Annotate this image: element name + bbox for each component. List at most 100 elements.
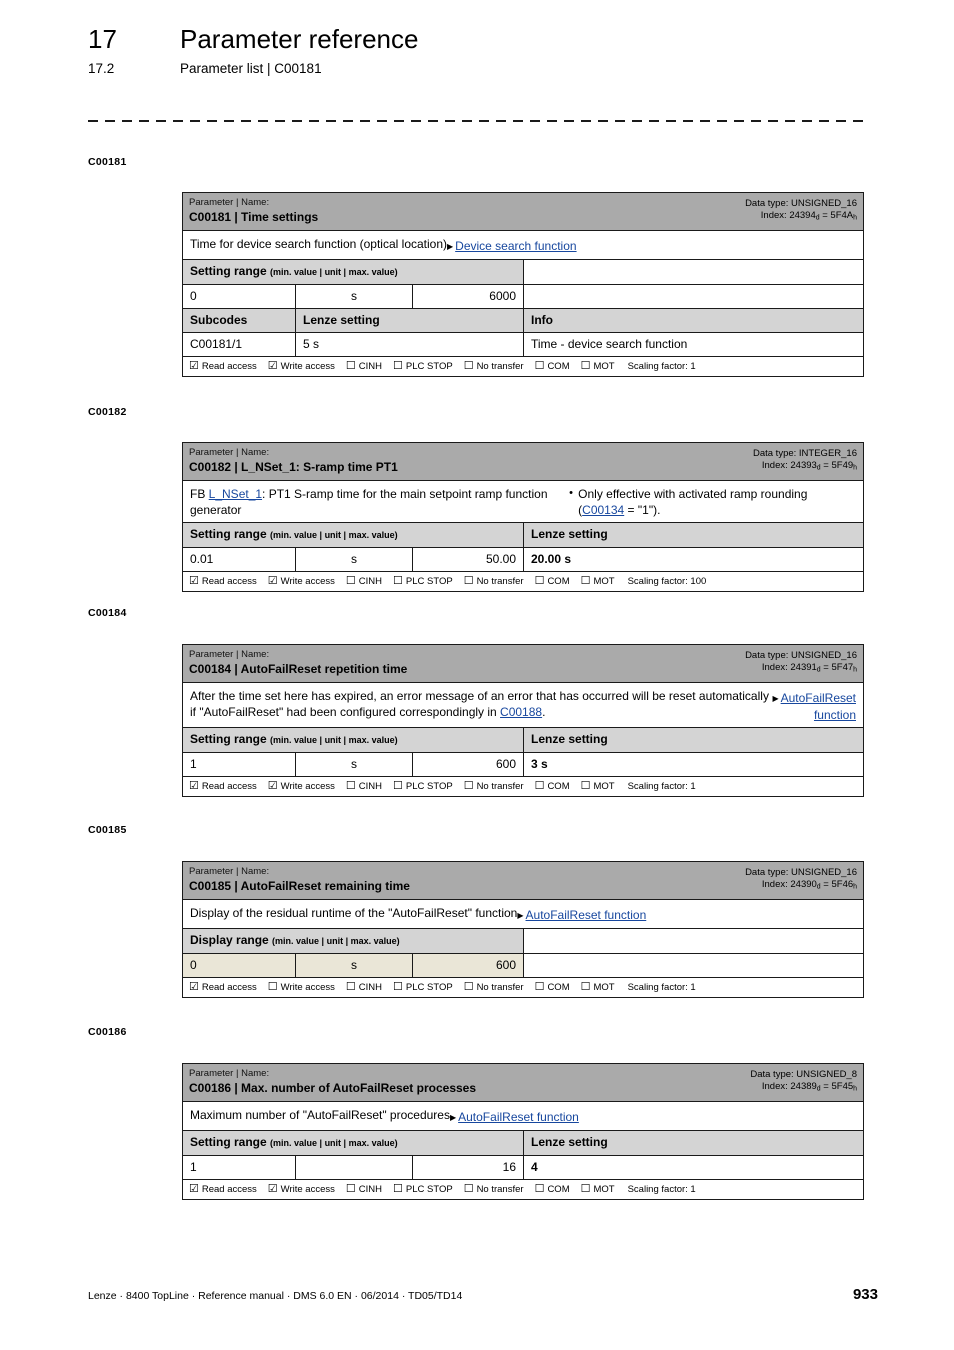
reference-link-C00185[interactable]: AutoFailReset function xyxy=(526,908,647,922)
parameter-table-C00186: Parameter | Name: C00186 | Max. number of… xyxy=(182,1063,864,1200)
flag-write-access[interactable]: ☑ Write access xyxy=(268,780,335,793)
checkbox-plc-stop-icon[interactable]: ☐ xyxy=(393,981,403,993)
checkbox-mot-icon[interactable]: ☐ xyxy=(581,360,591,372)
checkbox-read-access-icon[interactable]: ☑ xyxy=(189,1183,199,1195)
range-header-row: Setting range (min. value | unit | max. … xyxy=(183,727,863,753)
description-bullet-link-C00182[interactable]: C00134 xyxy=(582,503,624,517)
access-flags-row: ☑ Read access ☐ Write access ☐ CINH ☐ PLC STOP ☐… xyxy=(183,977,863,997)
description-link-C00184[interactable]: C00188 xyxy=(500,705,542,719)
checkbox-no-transfer-icon[interactable]: ☐ xyxy=(464,1183,474,1195)
checkbox-cinh-icon[interactable]: ☐ xyxy=(346,576,356,587)
reference-arrow-icon: ▶ xyxy=(449,1112,457,1122)
checkbox-cinh-icon[interactable]: ☐ xyxy=(346,981,356,993)
reference-link-C00181[interactable]: Device search function xyxy=(455,239,576,253)
flag-no-transfer[interactable]: ☐ No transfer xyxy=(464,575,524,588)
checkbox-no-transfer-icon[interactable]: ☐ xyxy=(464,360,474,372)
checkbox-write-access-icon[interactable]: ☑ xyxy=(268,780,278,792)
description-link-C00182[interactable]: L_NSet_1 xyxy=(209,487,262,501)
page-header: 17 Parameter reference 17.2 Parameter li… xyxy=(88,24,878,76)
flag-no-transfer[interactable]: ☐ No transfer xyxy=(464,780,524,793)
parameter-title: C00186 | Max. number of AutoFailReset pr… xyxy=(189,1081,477,1095)
flag-cinh[interactable]: ☐ CINH xyxy=(346,575,382,588)
flag-cinh[interactable]: ☐ CINH xyxy=(346,981,382,994)
subcode-id: C00181/1 xyxy=(183,332,296,356)
checkbox-write-access-icon[interactable]: ☐ xyxy=(268,981,278,993)
flag-no-transfer[interactable]: ☐ No transfer xyxy=(464,1183,524,1196)
checkbox-mot-icon[interactable]: ☐ xyxy=(581,1183,591,1195)
checkbox-write-access-icon[interactable]: ☑ xyxy=(268,576,278,587)
flag-com[interactable]: ☐ COM xyxy=(535,1183,570,1196)
flag-plc-stop-label: PLC STOP xyxy=(405,360,453,372)
checkbox-read-access-icon[interactable]: ☑ xyxy=(189,576,199,587)
checkbox-no-transfer-icon[interactable]: ☐ xyxy=(464,981,474,993)
checkbox-com-icon[interactable]: ☐ xyxy=(535,360,545,372)
checkbox-plc-stop-icon[interactable]: ☐ xyxy=(393,360,403,372)
range-hint: (min. value | unit | max. value) xyxy=(270,266,398,277)
flag-read-access[interactable]: ☑ Read access xyxy=(189,360,257,373)
flag-mot-label: MOT xyxy=(593,780,615,792)
checkbox-com-icon[interactable]: ☐ xyxy=(535,1183,545,1195)
flag-write-access[interactable]: ☐ Write access xyxy=(268,981,335,994)
flag-no-transfer[interactable]: ☐ No transfer xyxy=(464,981,524,994)
checkbox-no-transfer-icon[interactable]: ☐ xyxy=(464,780,474,792)
flag-no-transfer[interactable]: ☐ No transfer xyxy=(464,360,524,373)
checkbox-cinh-icon[interactable]: ☐ xyxy=(346,780,356,792)
flag-plc-stop[interactable]: ☐ PLC STOP xyxy=(393,1183,453,1196)
checkbox-no-transfer-icon[interactable]: ☐ xyxy=(464,576,474,587)
checkbox-com-icon[interactable]: ☐ xyxy=(535,981,545,993)
flag-mot[interactable]: ☐ MOT xyxy=(581,1183,615,1196)
flag-cinh[interactable]: ☐ CINH xyxy=(346,360,382,373)
flag-cinh[interactable]: ☐ CINH xyxy=(346,780,382,793)
parameter-title: C00184 | AutoFailReset repetition time xyxy=(189,662,408,676)
flag-read-access[interactable]: ☑ Read access xyxy=(189,1183,257,1196)
checkbox-read-access-icon[interactable]: ☑ xyxy=(189,780,199,792)
margin-label-C00185: C00185 xyxy=(88,824,127,836)
flag-write-access-label: Write access xyxy=(280,981,335,993)
flag-plc-stop[interactable]: ☐ PLC STOP xyxy=(393,360,453,373)
reference-link-C00184[interactable]: AutoFailReset function xyxy=(781,691,856,722)
checkbox-plc-stop-icon[interactable]: ☐ xyxy=(393,576,403,587)
range-hint: (min. value | unit | max. value) xyxy=(270,1137,398,1148)
checkbox-mot-icon[interactable]: ☐ xyxy=(581,780,591,792)
flag-plc-stop[interactable]: ☐ PLC STOP xyxy=(393,575,453,588)
checkbox-com-icon[interactable]: ☐ xyxy=(535,780,545,792)
margin-label-C00184: C00184 xyxy=(88,607,127,619)
checkbox-mot-icon[interactable]: ☐ xyxy=(581,981,591,993)
checkbox-cinh-icon[interactable]: ☐ xyxy=(346,360,356,372)
flag-com[interactable]: ☐ COM xyxy=(535,360,570,373)
flag-com[interactable]: ☐ COM xyxy=(535,575,570,588)
flag-write-access[interactable]: ☑ Write access xyxy=(268,1183,335,1196)
checkbox-write-access-icon[interactable]: ☑ xyxy=(268,1183,278,1195)
checkbox-plc-stop-icon[interactable]: ☐ xyxy=(393,1183,403,1195)
flag-mot[interactable]: ☐ MOT xyxy=(581,575,615,588)
flag-no-transfer-label: No transfer xyxy=(476,360,524,372)
parameter-title: C00185 | AutoFailReset remaining time xyxy=(189,879,410,893)
flag-mot[interactable]: ☐ MOT xyxy=(581,981,615,994)
flag-read-access[interactable]: ☑ Read access xyxy=(189,780,257,793)
checkbox-cinh-icon[interactable]: ☐ xyxy=(346,1183,356,1195)
reference-link-C00186[interactable]: AutoFailReset function xyxy=(458,1110,579,1124)
flag-com[interactable]: ☐ COM xyxy=(535,780,570,793)
flag-mot[interactable]: ☐ MOT xyxy=(581,360,615,373)
checkbox-read-access-icon[interactable]: ☑ xyxy=(189,981,199,993)
checkbox-com-icon[interactable]: ☐ xyxy=(535,576,545,587)
flag-read-access[interactable]: ☑ Read access xyxy=(189,981,257,994)
access-flags-row: ☑ Read access ☑ Write access ☐ CINH ☐ PLC STOP ☐… xyxy=(183,572,863,591)
checkbox-mot-icon[interactable]: ☐ xyxy=(581,576,591,587)
checkbox-plc-stop-icon[interactable]: ☐ xyxy=(393,780,403,792)
parameter-title-bar: Parameter | Name: C00184 | AutoFailReset … xyxy=(183,645,863,683)
range-max-value: 6000 xyxy=(413,284,524,308)
flag-com[interactable]: ☐ COM xyxy=(535,981,570,994)
flag-plc-stop[interactable]: ☐ PLC STOP xyxy=(393,780,453,793)
checkbox-read-access-icon[interactable]: ☑ xyxy=(189,360,199,372)
flag-cinh-label: CINH xyxy=(358,981,382,993)
flag-plc-stop[interactable]: ☐ PLC STOP xyxy=(393,981,453,994)
flag-write-access[interactable]: ☑ Write access xyxy=(268,360,335,373)
flag-write-access[interactable]: ☑ Write access xyxy=(268,575,335,588)
flag-read-access[interactable]: ☑ Read access xyxy=(189,575,257,588)
flag-cinh[interactable]: ☐ CINH xyxy=(346,1183,382,1196)
flag-mot[interactable]: ☐ MOT xyxy=(581,780,615,793)
checkbox-write-access-icon[interactable]: ☑ xyxy=(268,360,278,372)
reference-link-row: ▶ AutoFailReset function xyxy=(772,690,856,723)
range-values-row: 0.01 s 50.00 20.00 s xyxy=(183,548,863,572)
